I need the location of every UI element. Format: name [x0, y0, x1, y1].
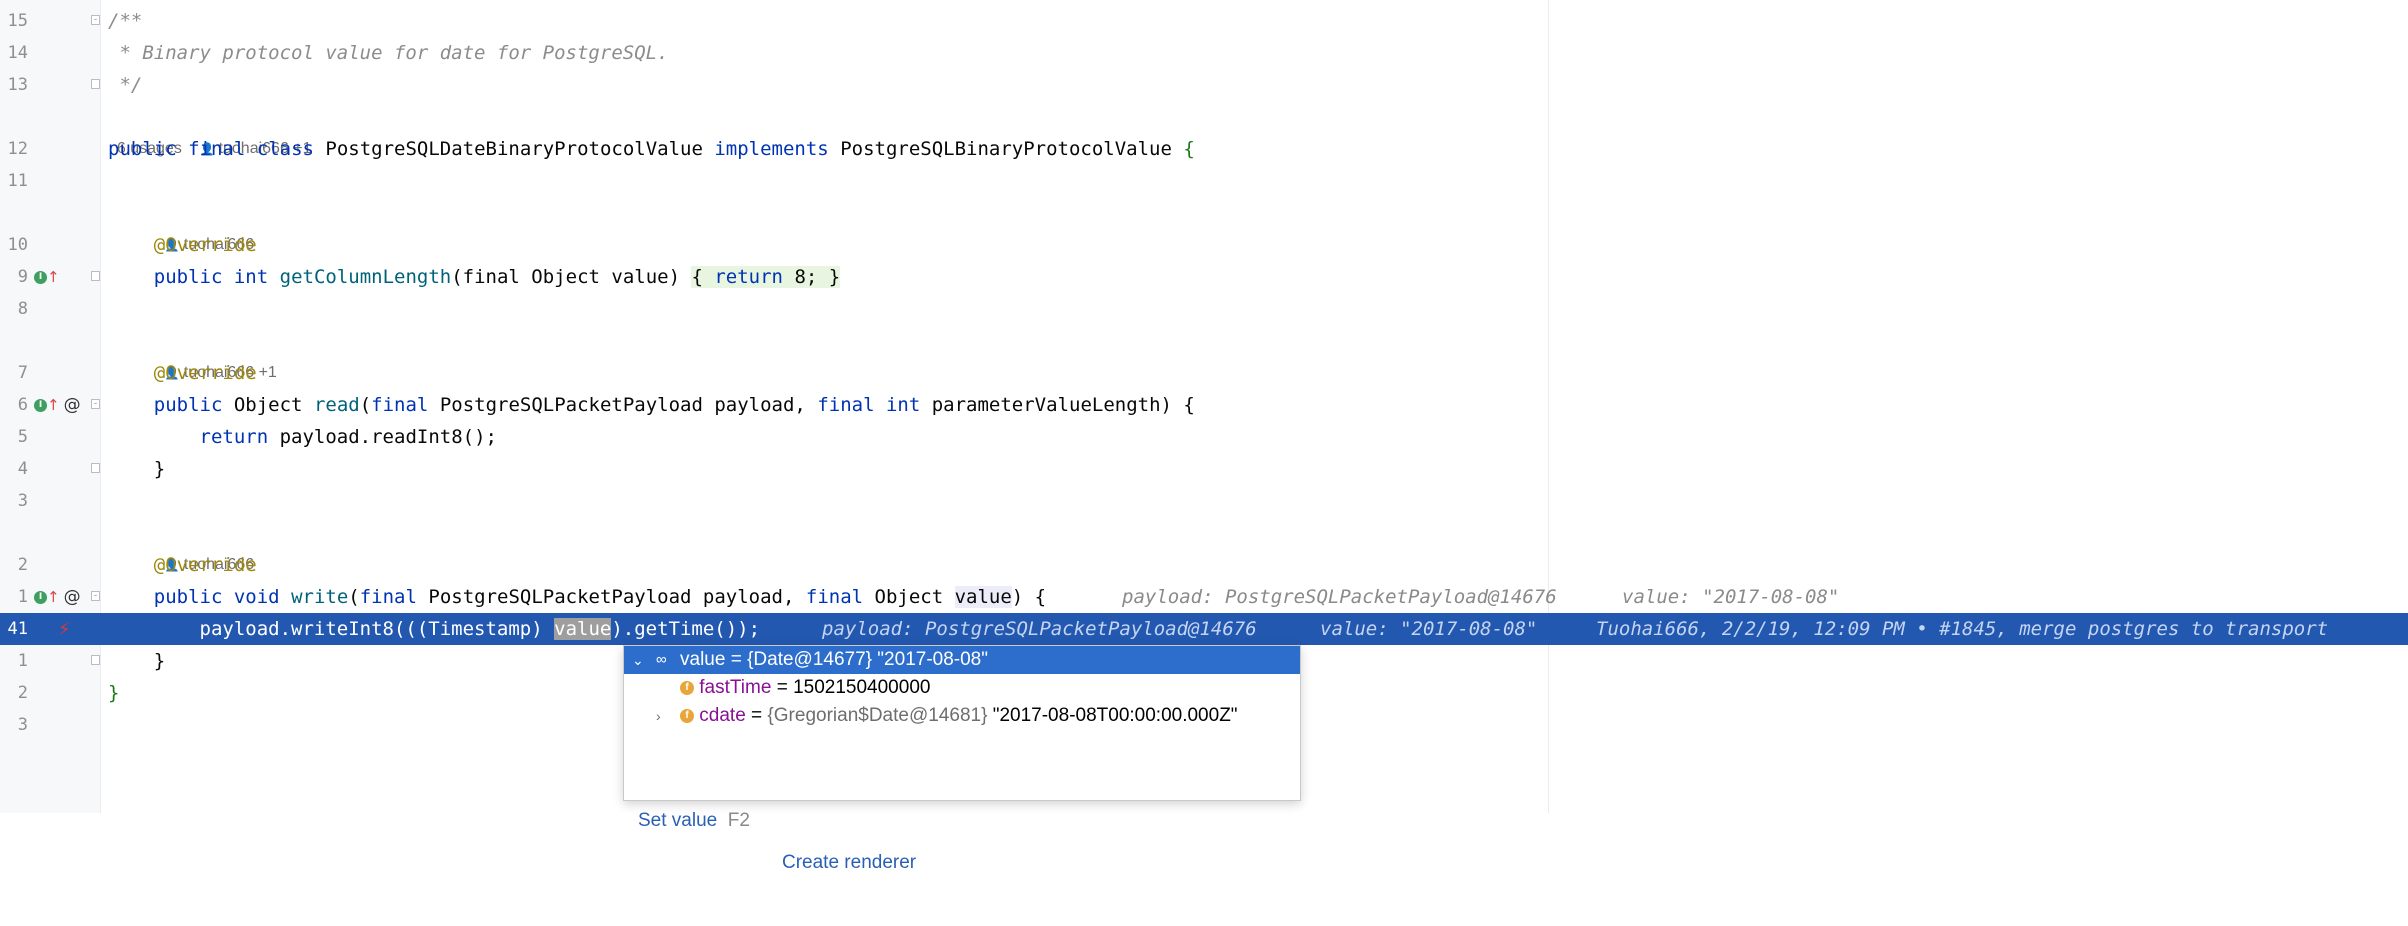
chevron-down-icon[interactable]: ⌄	[632, 646, 644, 674]
set-value-link[interactable]: Set value	[638, 810, 717, 831]
gutter-markers: I ↑	[34, 261, 60, 293]
gutter-markers: I ↑ @	[34, 581, 81, 613]
code-text: }	[153, 650, 166, 672]
inline-debug-value: payload: PostgreSQLPacketPayload@14676	[822, 618, 1257, 640]
execution-point-icon[interactable]: ⚡	[58, 619, 71, 640]
field-icon: f	[680, 680, 694, 695]
var-value: "2017-08-08"	[872, 649, 988, 670]
line-number: 2	[17, 555, 28, 575]
line-number: 10	[7, 235, 28, 255]
code-line: 3	[0, 485, 2408, 517]
fold-toggle[interactable]	[91, 79, 100, 89]
line-number: 14	[7, 43, 28, 63]
tree-node-root[interactable]: ⌄ ∞ value = {Date@14677} "2017-08-08"	[624, 646, 1300, 674]
hovered-expression[interactable]: value	[554, 618, 612, 640]
code-text: public int getColumnLength(final Object …	[153, 266, 841, 288]
code-text: public final class PostgreSQLDateBinaryP…	[108, 138, 1195, 160]
fold-toggle[interactable]	[91, 399, 100, 409]
chevron-right-icon[interactable]: ›	[656, 702, 661, 730]
code-line: 7 @Override	[0, 357, 2408, 389]
code-line: 12 public final class PostgreSQLDateBina…	[0, 133, 2408, 165]
line-number: 8	[17, 299, 28, 319]
debug-value-popup: ⌄ ∞ value = {Date@14677} "2017-08-08" f …	[623, 645, 1301, 873]
tree-node[interactable]: › f cdate = {Gregorian$Date@14681} "2017…	[624, 702, 1300, 730]
git-blame-inlay: Tuohai666, 2/2/19, 12:09 PM • #1845, mer…	[1596, 618, 2329, 640]
line-number: 11	[7, 171, 28, 191]
code-line: 4 }	[0, 453, 2408, 485]
field-name: fastTime	[699, 677, 772, 698]
code-text: public Object read(final PostgreSQLPacke…	[153, 394, 1195, 416]
execution-line: 41 ⚡ payload.writeInt8(((Timestamp) valu…	[0, 613, 2408, 645]
code-line: 9 I ↑ public int getColumnLength(final Ob…	[0, 261, 2408, 293]
shortcut-hint: F2	[727, 810, 750, 831]
code-line: 15 /**	[0, 5, 2408, 37]
gutter-markers: ⚡	[34, 613, 71, 645]
code-line: 13 */	[0, 69, 2408, 101]
line-number: 9	[17, 267, 28, 287]
line-number: 41	[7, 619, 28, 639]
code-text: return payload.readInt8();	[199, 426, 497, 448]
line-number: 3	[17, 715, 28, 735]
fold-toggle[interactable]	[91, 271, 100, 281]
implements-icon[interactable]: I	[34, 398, 47, 412]
tree-node[interactable]: f fastTime = 1502150400000	[624, 674, 1300, 702]
code-text: public void write(final PostgreSQLPacket…	[153, 586, 1047, 608]
arrow-up-icon[interactable]: ↑	[47, 396, 60, 414]
code-text: */	[108, 74, 143, 96]
inline-debug-value: value: "2017-08-08"	[1622, 586, 1840, 608]
fold-toggle[interactable]	[91, 591, 100, 601]
code-text: }	[108, 682, 120, 704]
code-line: 2 @Override	[0, 549, 2408, 581]
inline-debug-value: value: "2017-08-08"	[1320, 618, 1538, 640]
code-line: 1 I ↑ @ public void write(final PostgreSQL…	[0, 581, 2408, 613]
code-text: * Binary protocol value for date for Pos…	[108, 42, 669, 64]
implements-icon[interactable]: I	[34, 270, 47, 284]
field-value: 1502150400000	[793, 677, 931, 698]
line-number: 13	[7, 75, 28, 95]
inline-debug-value: payload: PostgreSQLPacketPayload@14676	[1122, 586, 1557, 608]
line-number: 1	[17, 651, 28, 671]
line-number: 3	[17, 491, 28, 511]
line-number: 4	[17, 459, 28, 479]
code-line: 6 I ↑ @ public Object read(final PostgreSQ…	[0, 389, 2408, 421]
implements-icon[interactable]: I	[34, 590, 47, 604]
line-number: 7	[17, 363, 28, 383]
code-line: 11	[0, 165, 2408, 197]
arrow-up-icon[interactable]: ↑	[47, 268, 60, 286]
field-type: {Gregorian$Date@14681}	[767, 705, 988, 726]
code-text: @Override	[153, 554, 257, 576]
code-text: /**	[108, 10, 143, 32]
field-name: cdate	[699, 705, 746, 726]
code-line: 14 * Binary protocol value for date for …	[0, 37, 2408, 69]
line-number: 12	[7, 139, 28, 159]
popup-footer: Set value F2 Create renderer	[624, 758, 1300, 873]
line-number: 6	[17, 395, 28, 415]
line-number: 15	[7, 11, 28, 31]
field-value: "2017-08-08T00:00:00.000Z"	[987, 705, 1238, 726]
var-name: value	[680, 649, 726, 670]
code-text: @Override	[153, 362, 257, 384]
code-line: 10 @Override	[0, 229, 2408, 261]
line-number: 2	[17, 683, 28, 703]
line-number: 5	[17, 427, 28, 447]
code-line: 5 return payload.readInt8();	[0, 421, 2408, 453]
gutter-markers: I ↑ @	[34, 389, 81, 421]
code-text: }	[153, 458, 166, 480]
fold-toggle[interactable]	[91, 655, 100, 665]
line-number: 1	[17, 587, 28, 607]
var-type: {Date@14677}	[747, 649, 873, 670]
fold-toggle[interactable]	[91, 15, 100, 25]
field-icon: f	[680, 708, 694, 723]
arrow-up-icon[interactable]: ↑	[47, 588, 60, 606]
create-renderer-link[interactable]: Create renderer	[782, 842, 916, 884]
annotation-icon[interactable]: @	[64, 587, 81, 607]
code-text: @Override	[153, 234, 257, 256]
watch-glasses-icon: ∞	[656, 651, 667, 668]
annotation-icon[interactable]: @	[64, 395, 81, 415]
code-line: 8	[0, 293, 2408, 325]
fold-toggle[interactable]	[91, 463, 100, 473]
code-text: payload.writeInt8(((Timestamp) value).ge…	[199, 618, 761, 640]
